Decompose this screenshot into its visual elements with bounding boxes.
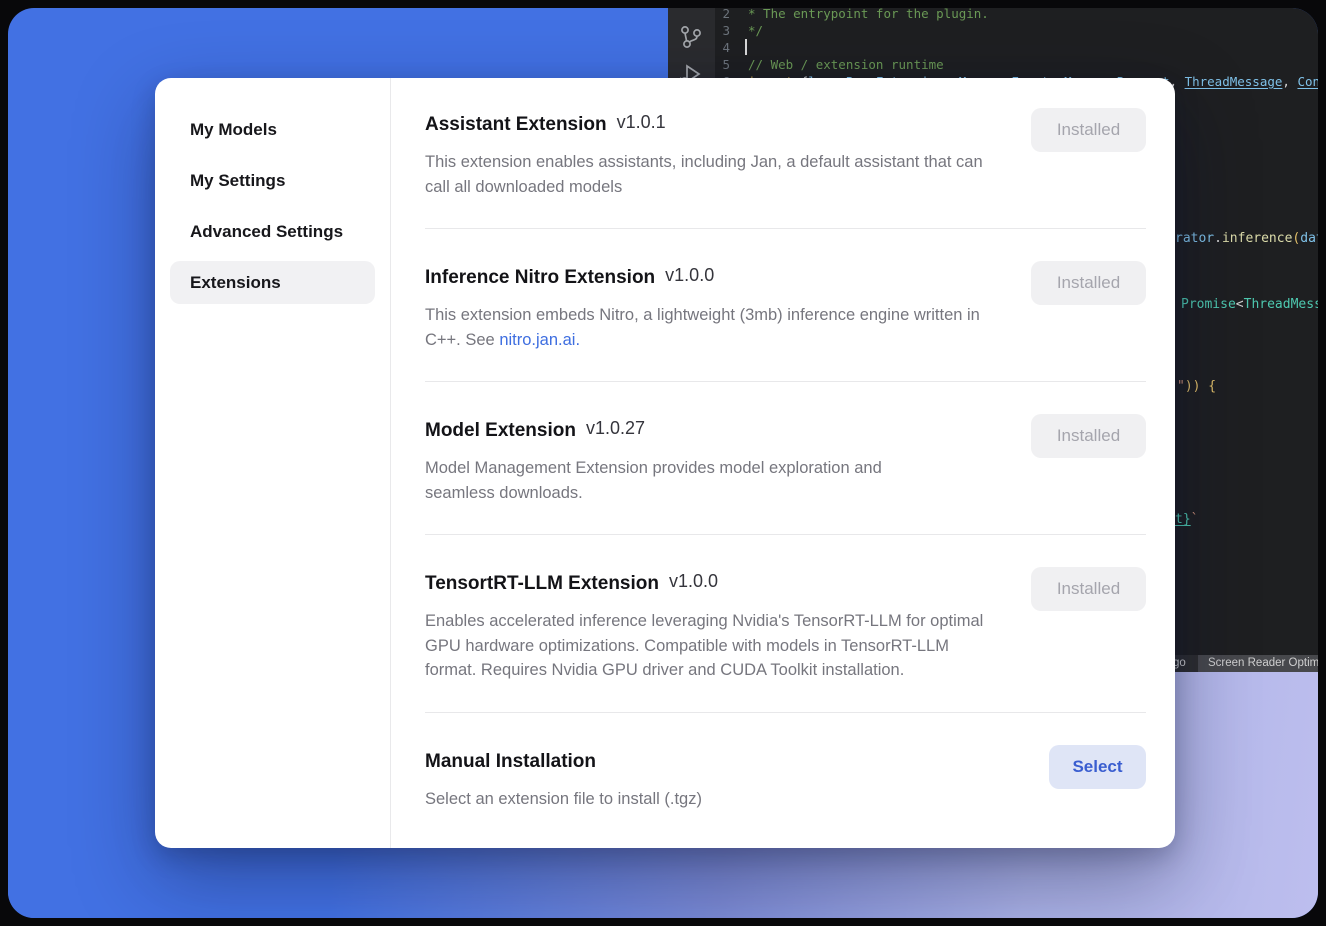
line-number: 2 xyxy=(668,8,730,22)
sidebar-item-my-settings[interactable]: My Settings xyxy=(170,159,375,202)
code-fragment: ")) { xyxy=(1177,378,1216,395)
extension-link[interactable]: nitro.jan.ai. xyxy=(499,331,580,349)
app-screen: 23456 * The entrypoint for the plugin.*/… xyxy=(8,8,1318,918)
extension-row: TensortRT-LLM Extension v1.0.0 Installed… xyxy=(425,535,1146,713)
code-line: */ xyxy=(748,22,763,39)
extension-description: Enables accelerated inference leveraging… xyxy=(425,609,995,683)
extension-description: Model Management Extension provides mode… xyxy=(425,456,905,505)
settings-sidebar: My Models My Settings Advanced Settings … xyxy=(155,78,391,848)
sidebar-item-extensions[interactable]: Extensions xyxy=(170,261,375,304)
screen-reader-optimized-status[interactable]: Screen Reader Optimized xyxy=(1198,655,1318,672)
extension-description: This extension embeds Nitro, a lightweig… xyxy=(425,303,985,352)
sidebar-item-label: Extensions xyxy=(190,273,281,292)
text-cursor xyxy=(745,39,747,55)
extension-name: Manual Installation xyxy=(425,749,596,775)
extension-version: v1.0.1 xyxy=(617,112,666,133)
sidebar-item-my-models[interactable]: My Models xyxy=(170,108,375,151)
extension-description: Select an extension file to install (.tg… xyxy=(425,787,1125,812)
extension-header: TensortRT-LLM Extension v1.0.0 Installed xyxy=(425,571,1146,597)
sidebar-item-label: My Settings xyxy=(190,171,285,190)
line-number: 3 xyxy=(668,22,730,39)
extension-header: Manual Installation Select xyxy=(425,749,1146,775)
code-fragment: t}` xyxy=(1175,511,1198,528)
extension-version: v1.0.0 xyxy=(665,265,714,286)
extension-action-button[interactable]: Installed xyxy=(1031,414,1146,458)
extension-row: Manual Installation Select Select an ext… xyxy=(425,713,1146,812)
line-number: 5 xyxy=(668,56,730,73)
extension-action-button[interactable]: Installed xyxy=(1031,108,1146,152)
extension-row: Model Extension v1.0.27 Installed Model … xyxy=(425,382,1146,535)
code-fragment: rator.inference(data)); xyxy=(1175,230,1318,247)
extension-name: TensortRT-LLM Extension xyxy=(425,571,659,597)
extension-name: Inference Nitro Extension xyxy=(425,265,655,291)
extension-version: v1.0.0 xyxy=(669,571,718,592)
sidebar-item-label: Advanced Settings xyxy=(190,222,343,241)
extension-name: Model Extension xyxy=(425,418,576,444)
extension-action-button[interactable]: Installed xyxy=(1031,567,1146,611)
extension-action-button[interactable]: Select xyxy=(1049,745,1146,789)
code-line: // Web / extension runtime xyxy=(748,56,944,73)
line-number: 4 xyxy=(668,39,730,56)
extension-header: Inference Nitro Extension v1.0.0 Install… xyxy=(425,265,1146,291)
sidebar-item-label: My Models xyxy=(190,120,277,139)
code-line: * The entrypoint for the plugin. xyxy=(748,8,989,22)
extension-header: Model Extension v1.0.27 Installed xyxy=(425,418,1146,444)
extension-name: Assistant Extension xyxy=(425,112,607,138)
extension-row: Assistant Extension v1.0.1 Installed Thi… xyxy=(425,112,1146,229)
extensions-panel: Assistant Extension v1.0.1 Installed Thi… xyxy=(391,78,1175,848)
settings-modal: My Models My Settings Advanced Settings … xyxy=(155,78,1175,848)
extension-description: This extension enables assistants, inclu… xyxy=(425,150,1000,199)
extension-action-button[interactable]: Installed xyxy=(1031,261,1146,305)
extension-row: Inference Nitro Extension v1.0.0 Install… xyxy=(425,229,1146,382)
extension-version: v1.0.27 xyxy=(586,418,645,439)
sidebar-item-advanced-settings[interactable]: Advanced Settings xyxy=(170,210,375,253)
extension-header: Assistant Extension v1.0.1 Installed xyxy=(425,112,1146,138)
code-fragment: Promise<ThreadMessage> xyxy=(1181,296,1318,313)
